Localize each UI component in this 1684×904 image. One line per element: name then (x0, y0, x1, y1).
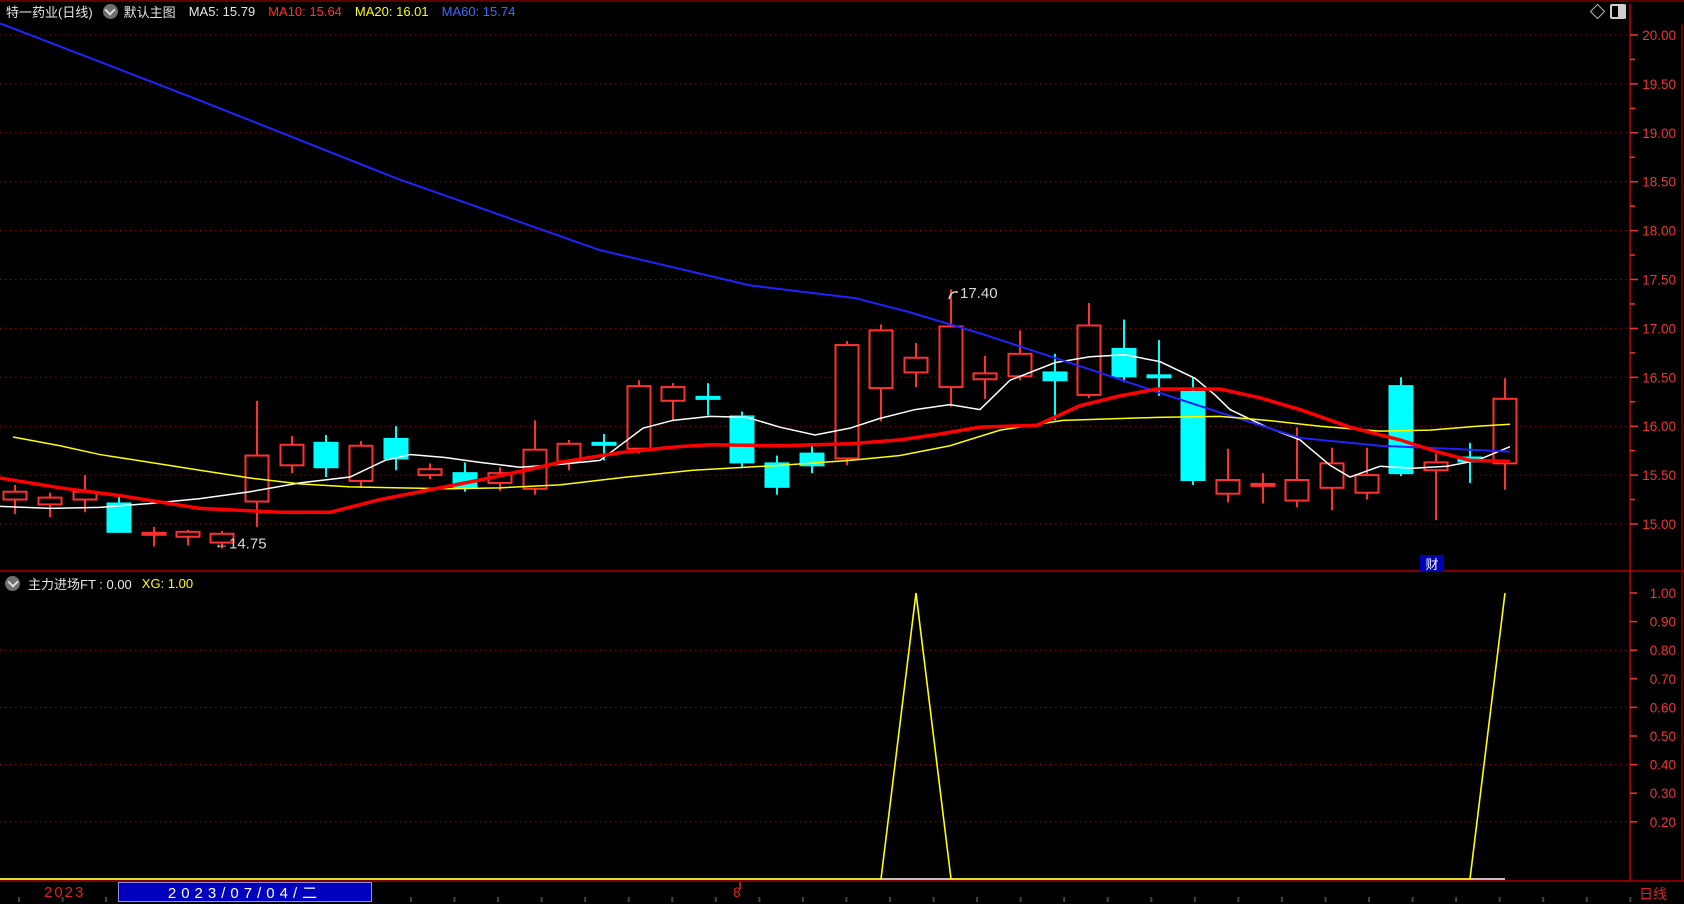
ma60-value-label: MA60: 15.74 (441, 3, 516, 19)
candle-body (626, 385, 652, 450)
candle-body (972, 372, 998, 381)
chart-canvas[interactable]: 20.00 19.50 19.00 18.50 18.00 17.50 17.00 16.50… (0, 0, 1684, 902)
indicator-axis-label: 0.70 (1650, 672, 1676, 687)
split-view-icon[interactable] (1610, 4, 1626, 19)
price-axis-label: 18.50 (1642, 175, 1676, 190)
price-annotation: ←14.75 (214, 536, 267, 553)
candle-body (1388, 385, 1414, 475)
price-axis-label: 19.00 (1642, 126, 1676, 141)
candle-body (1354, 474, 1380, 494)
candle-body (417, 468, 443, 477)
indicator-axis-label: 0.30 (1650, 786, 1676, 801)
chevron-down-icon[interactable] (102, 3, 118, 19)
candle-body (2, 490, 28, 501)
price-axis-label: 17.50 (1642, 273, 1676, 288)
indicator-xg-value: XG: 1.00 (141, 575, 194, 591)
indicator-axis-label: 0.40 (1650, 758, 1676, 773)
period-label[interactable]: 日线 (1639, 884, 1667, 904)
chevron-down-icon[interactable] (5, 575, 20, 591)
candle-body (729, 415, 755, 464)
price-axis-label: 20.00 (1642, 28, 1676, 43)
indicator-axis-label: 0.50 (1650, 729, 1676, 744)
candle-body (938, 325, 964, 389)
top-toolbar: 特一药业(日线) 默认主图 MA5: 15.79 MA10: 15.64 MA2… (0, 0, 1684, 22)
candle-body (764, 462, 790, 488)
candle-body (313, 441, 339, 469)
candle-body (175, 530, 201, 538)
candle-body (1111, 347, 1137, 378)
candle-body (1250, 482, 1276, 487)
window-controls (1589, 3, 1626, 20)
price-axis-label: 15.00 (1642, 517, 1676, 532)
chart-application: 20.00 19.50 19.00 18.50 18.00 17.50 17.00 16.50… (0, 0, 1684, 902)
ma5-value-label: MA5: 15.79 (188, 3, 256, 19)
candle-body (660, 386, 686, 402)
watermark-badge: 财 (1420, 555, 1444, 572)
indicator-axis-label: 0.90 (1650, 615, 1676, 630)
month-label: 8 (733, 884, 741, 900)
candle-body (1284, 478, 1310, 502)
candle-body (1076, 324, 1102, 396)
ma10-line (0, 387, 1511, 515)
price-axis-label: 16.50 (1642, 370, 1676, 385)
diamond-icon[interactable] (1589, 3, 1606, 20)
candle-body (1180, 390, 1206, 481)
indicator-axis-label: 0.20 (1650, 815, 1676, 830)
candle-body (1492, 397, 1518, 465)
candle-body (903, 356, 929, 374)
indicator-axis-label: 0.60 (1650, 700, 1676, 715)
indicator-title: 主力进场FT : 0.00 (28, 576, 132, 592)
selected-date-box: 2023/07/04/二 (118, 882, 372, 902)
candle-body (1215, 478, 1241, 495)
time-axis-bar: 2023 2023/07/04/二 8 日线 (0, 882, 1684, 902)
candle-body (591, 441, 617, 446)
xg-line (0, 592, 1506, 880)
year-label: 2023 (44, 884, 86, 901)
candle-body (141, 531, 167, 536)
candle-body (1042, 371, 1068, 382)
candle-body (279, 443, 305, 467)
ma60-line (0, 22, 1511, 453)
ma5-line (0, 354, 1511, 510)
ma10-value-label: MA10: 15.64 (268, 3, 342, 19)
price-annotation: 17.40 (960, 285, 998, 302)
price-axis-label: 18.00 (1642, 224, 1676, 239)
indicator-header: 主力进场FT : 0.00 XG: 1.00 (0, 572, 1684, 594)
candle-body (695, 395, 721, 400)
ma20-value-label: MA20: 16.01 (354, 3, 429, 19)
price-axis-label: 17.00 (1642, 321, 1676, 336)
price-axis-label: 19.50 (1642, 77, 1676, 92)
candle-body (1146, 374, 1172, 379)
stock-title: 特一药业(日线) (6, 4, 93, 20)
candle-body (37, 496, 63, 506)
ma20-line (12, 415, 1511, 490)
candle-body (106, 502, 132, 533)
price-axis-label: 16.00 (1642, 419, 1676, 434)
price-axis-label: 15.50 (1642, 468, 1676, 483)
main-chart-mode-label[interactable]: 默认主图 (124, 2, 176, 21)
candle-body (868, 329, 894, 390)
candle-body (834, 344, 860, 460)
indicator-axis-label: 0.80 (1650, 643, 1676, 658)
